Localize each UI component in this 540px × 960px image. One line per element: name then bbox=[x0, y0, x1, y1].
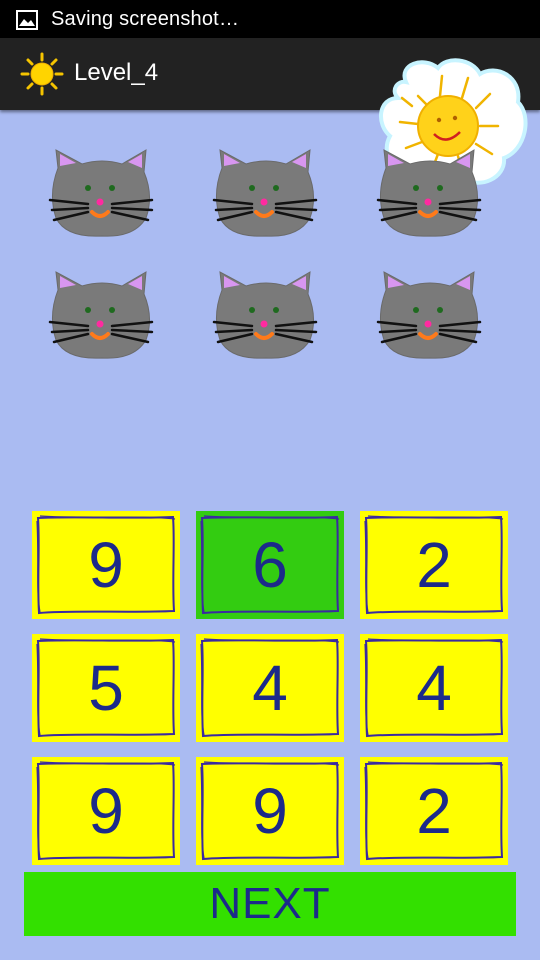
cat-face-icon bbox=[48, 270, 156, 360]
answer-tile[interactable]: 9 bbox=[32, 511, 180, 619]
image-icon bbox=[16, 10, 38, 34]
answer-tile-label: 4 bbox=[252, 652, 288, 724]
page-title: Level_4 bbox=[74, 59, 159, 86]
answer-tile-label: 9 bbox=[252, 775, 288, 847]
answer-tile-label: 6 bbox=[252, 529, 288, 601]
answer-tile-label: 9 bbox=[88, 775, 124, 847]
status-bar: Saving screenshot… bbox=[0, 0, 540, 38]
answer-tile-label: 2 bbox=[416, 529, 452, 601]
cat-face-icon bbox=[376, 270, 484, 360]
answer-tile-label: 5 bbox=[88, 652, 124, 724]
cat-face-icon bbox=[212, 270, 320, 360]
answer-tile[interactable]: 6 bbox=[196, 511, 344, 619]
cat-face-icon bbox=[48, 148, 156, 238]
next-button-label: NEXT bbox=[209, 879, 331, 928]
answer-tile-label: 2 bbox=[416, 775, 452, 847]
sun-icon[interactable] bbox=[20, 52, 64, 100]
answer-tile[interactable]: 2 bbox=[360, 757, 508, 865]
answer-tile-label: 4 bbox=[416, 652, 452, 724]
next-button[interactable]: NEXT bbox=[24, 872, 516, 936]
answer-tile[interactable]: 9 bbox=[32, 757, 180, 865]
answer-tile-label: 9 bbox=[88, 529, 124, 601]
answer-tile[interactable]: 4 bbox=[360, 634, 508, 742]
answer-tile[interactable]: 9 bbox=[196, 757, 344, 865]
answer-tile[interactable]: 5 bbox=[32, 634, 180, 742]
answer-tile[interactable]: 4 bbox=[196, 634, 344, 742]
cat-face-icon bbox=[212, 148, 320, 238]
answer-tile[interactable]: 2 bbox=[360, 511, 508, 619]
status-notification-text: Saving screenshot… bbox=[51, 8, 240, 30]
cat-face-icon bbox=[376, 148, 484, 238]
